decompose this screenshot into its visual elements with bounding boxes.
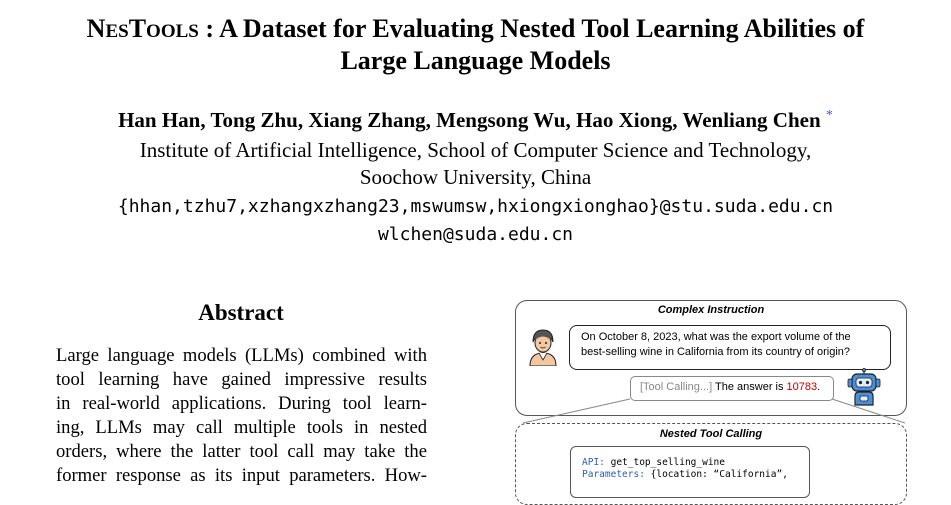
api-name-line: API: get_top_selling_wine: [582, 457, 725, 468]
author-names: Han Han, Tong Zhu, Xiang Zhang, Mengsong…: [118, 108, 821, 132]
affiliation-line-2: Soochow University, China: [359, 165, 592, 189]
abstract-body: Large language models (LLMs) combined wi…: [56, 344, 427, 488]
title-smallcaps-part: OOLS: [146, 21, 199, 42]
paper-title-line-1: NESTOOLS : A Dataset for Evaluating Nest…: [0, 14, 951, 47]
model-response-text: [Tool Calling...] The answer is 10783.: [640, 381, 820, 393]
parameters-key-label: Parameters:: [582, 469, 645, 480]
title-text: : A Dataset for Evaluating Nested Tool L…: [198, 14, 865, 43]
tool-calling-tag: [Tool Calling...]: [640, 381, 713, 393]
abstract-line: Large language models (LLMs) combined wi…: [56, 345, 427, 366]
human-user-icon: [529, 329, 557, 366]
panel-connector-lines: [522, 398, 905, 424]
abstract-line: tool learning have gained impressive res…: [56, 369, 427, 390]
title-smallcaps-part: T: [128, 14, 147, 43]
paper-title-line-2: Large Language Models: [340, 46, 611, 75]
abstract-line: former response as its input parameters.…: [56, 465, 427, 486]
parameters-value: {location: “California”,: [644, 469, 788, 480]
abstract-heading: Abstract: [198, 300, 284, 325]
abstract-line: orders, where the latter tool call may t…: [56, 441, 427, 462]
title-smallcaps-part: N: [86, 14, 106, 43]
author-list: Han Han, Tong Zhu, Xiang Zhang, Mengsong…: [0, 108, 951, 133]
answer-prefix: The answer is: [712, 381, 787, 393]
corresponding-author-mark[interactable]: *: [826, 108, 833, 123]
instruction-text: On October 8, 2023, what was the export …: [581, 330, 881, 360]
answer-suffix: .: [817, 381, 821, 393]
abstract-line: ing, LLMs may call multiple tools in nes…: [56, 417, 427, 438]
email-line-2: wlchen@suda.edu.cn: [377, 224, 574, 245]
instruction-line: best-selling wine in California from its…: [581, 346, 851, 358]
answer-value: 10783: [786, 381, 818, 393]
api-name-value: get_top_selling_wine: [604, 457, 725, 468]
instruction-line: On October 8, 2023, what was the export …: [581, 331, 851, 343]
api-key-label: API:: [582, 457, 605, 468]
title-smallcaps-part: ES: [105, 21, 129, 42]
email-line-1: {hhan,tzhu7,xzhangxzhang23,mswumsw,hxion…: [117, 196, 834, 217]
nested-tool-calling-title: Nested Tool Calling: [659, 428, 763, 440]
abstract-line: in real-world applications. During tool …: [56, 393, 427, 414]
affiliation-line-1: Institute of Artificial Intelligence, Sc…: [139, 138, 812, 162]
complex-instruction-title: Complex Instruction: [657, 304, 765, 316]
api-parameters-line: Parameters: {location: “California”,: [582, 469, 788, 480]
